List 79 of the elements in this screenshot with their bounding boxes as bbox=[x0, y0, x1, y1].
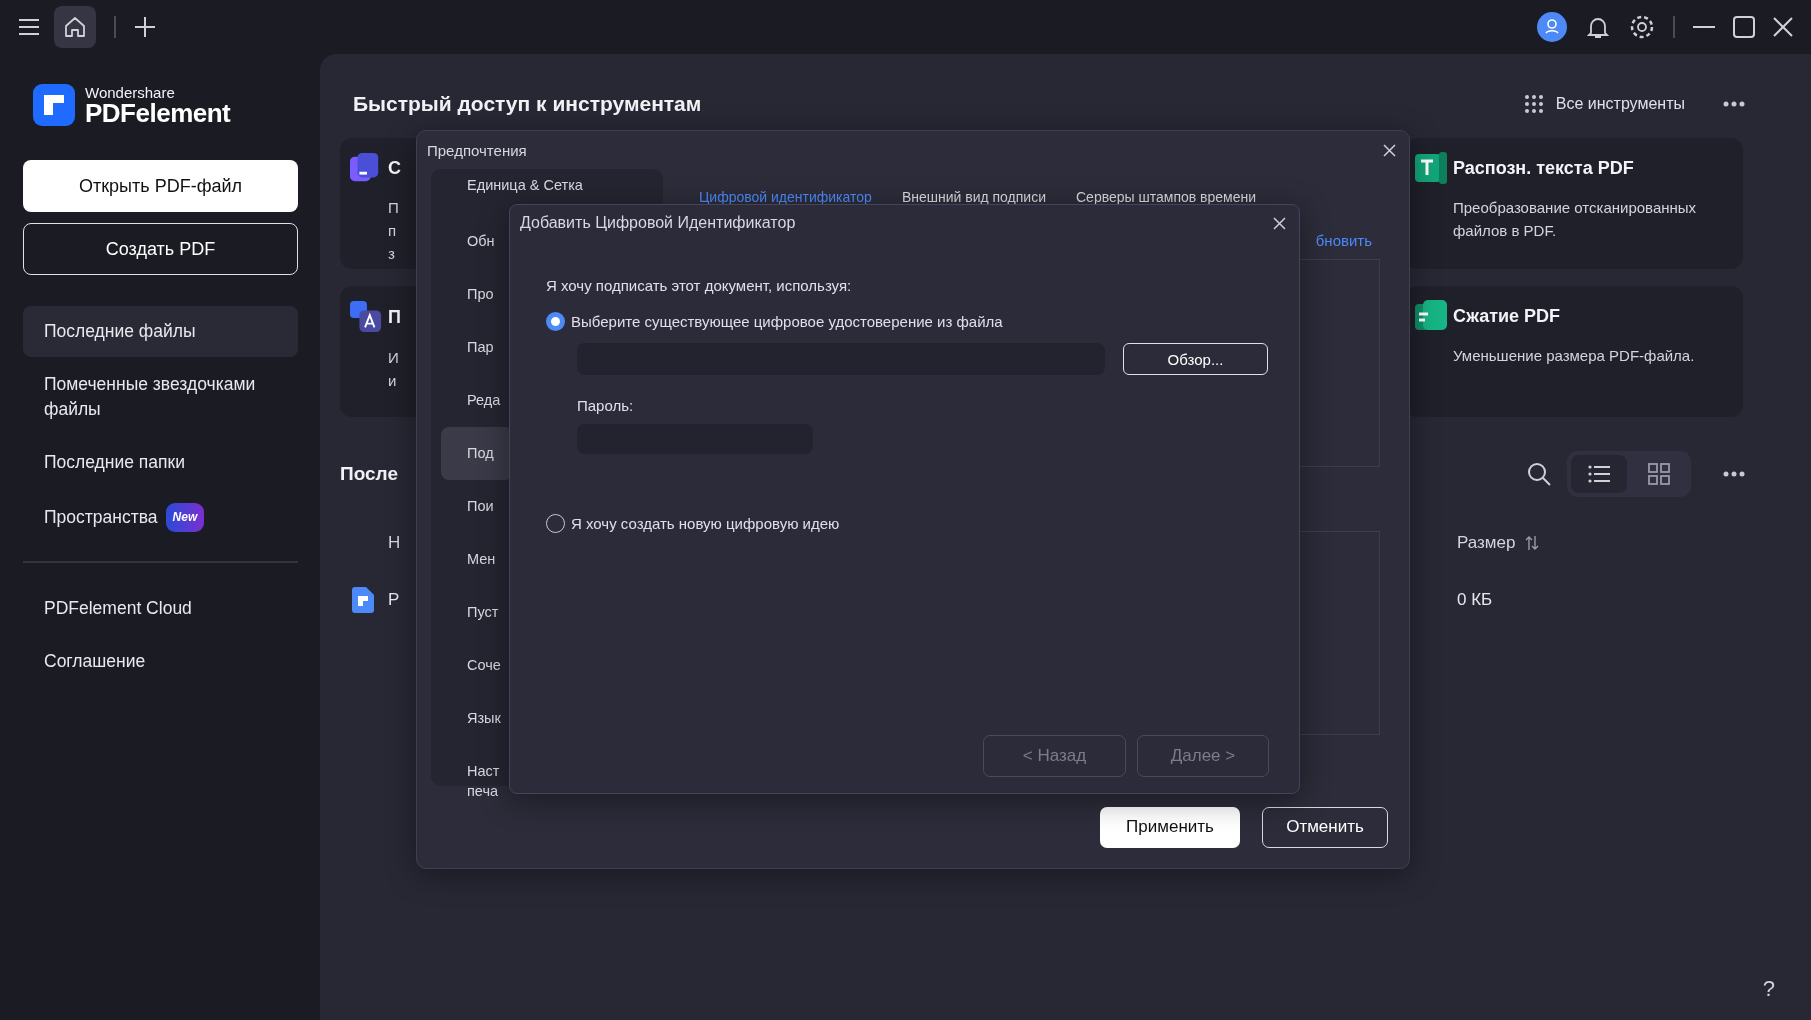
preferences-tab[interactable]: Внешний вид подписи bbox=[901, 189, 1046, 205]
text-recognition-icon bbox=[1415, 152, 1447, 184]
sidebar-item[interactable]: Соглашение bbox=[23, 636, 298, 687]
close-icon[interactable] bbox=[1773, 17, 1793, 37]
open-file-button[interactable]: Открыть PDF-файл bbox=[23, 160, 298, 212]
grid-dots-icon bbox=[1523, 94, 1544, 114]
password-label: Пароль: bbox=[577, 397, 634, 414]
dialog-title: Добавить Цифровой Идентификатор bbox=[520, 214, 796, 232]
home-button[interactable] bbox=[54, 6, 96, 48]
preferences-nav-item[interactable]: Про bbox=[441, 268, 513, 321]
create-button[interactable]: Создать PDF bbox=[23, 223, 298, 275]
file-icon bbox=[352, 587, 374, 613]
browse-button[interactable]: Обзор... bbox=[1123, 343, 1268, 375]
brand-vendor: Wondershare bbox=[85, 84, 176, 100]
tool-title: Сжатие PDF bbox=[1453, 305, 1561, 327]
column-header[interactable]: Н bbox=[388, 533, 401, 553]
tool-description: Преобразование отсканированных bbox=[1453, 198, 1697, 218]
preferences-nav-item[interactable]: Язык bbox=[441, 692, 513, 745]
sidebar-item[interactable]: PDFelement Cloud bbox=[23, 583, 298, 634]
tool-description: И bbox=[388, 348, 399, 368]
more-icon[interactable] bbox=[1723, 471, 1745, 477]
sidebar-item[interactable]: Последние папки bbox=[23, 437, 298, 488]
sort-icon bbox=[1525, 535, 1540, 551]
plus-icon[interactable] bbox=[134, 16, 156, 38]
sidebar-item[interactable]: Последние файлы bbox=[23, 306, 298, 357]
refresh-link[interactable]: бновить bbox=[1315, 232, 1372, 249]
section-title: После bbox=[340, 463, 399, 485]
tool-description: и bbox=[388, 371, 397, 391]
apply-button[interactable]: Применить bbox=[1100, 806, 1240, 848]
settings-icon[interactable] bbox=[1629, 14, 1655, 40]
new-badge: New bbox=[165, 503, 205, 532]
preferences-nav-item[interactable]: Реда bbox=[441, 374, 513, 427]
preferences-nav-item[interactable]: Наст печа bbox=[441, 745, 513, 798]
search-icon[interactable] bbox=[1527, 462, 1551, 486]
radio-button[interactable] bbox=[546, 312, 565, 331]
minimize-icon[interactable] bbox=[1693, 25, 1715, 29]
more-icon[interactable] bbox=[1723, 101, 1745, 107]
dialog-title: Предпочтения bbox=[427, 141, 527, 159]
preferences-nav-item[interactable]: Мен bbox=[441, 533, 513, 586]
preferences-nav-item[interactable]: Соче bbox=[441, 639, 513, 692]
list-icon bbox=[1588, 464, 1610, 484]
tool-description: Уменьшение размера PDF-файла. bbox=[1453, 346, 1695, 366]
all-tools-link[interactable]: Все инструменты bbox=[1523, 94, 1685, 114]
preferences-nav-item[interactable]: Пуст bbox=[441, 586, 513, 639]
sidebar-item[interactable]: Помеченные звездочками файлы bbox=[23, 359, 298, 435]
preferences-nav-item[interactable]: Обн bbox=[441, 215, 513, 268]
section-title: Быстрый доступ к инструментам bbox=[353, 92, 703, 116]
help-button[interactable]: ? bbox=[1762, 976, 1775, 1002]
cancel-button[interactable]: Отменить bbox=[1262, 806, 1388, 848]
menu-icon[interactable] bbox=[18, 18, 40, 36]
prompt-text: Я хочу подписать этот документ, используя: bbox=[546, 277, 852, 294]
maximize-icon[interactable] bbox=[1733, 16, 1755, 38]
preferences-tab[interactable]: Серверы штампов времени bbox=[1076, 189, 1257, 205]
logo-icon bbox=[33, 84, 75, 126]
tool-title: П bbox=[388, 306, 401, 328]
grid-icon bbox=[1648, 463, 1670, 485]
preferences-nav-item[interactable]: Пои bbox=[441, 480, 513, 533]
radio-option[interactable]: Выберите существующее цифровое удостоверение из файла bbox=[546, 312, 1003, 331]
column-header[interactable]: Размер bbox=[1457, 533, 1540, 553]
brand-name: PDFelement bbox=[85, 99, 231, 126]
tool-title: С bbox=[388, 157, 401, 179]
preferences-nav-item[interactable]: Пар bbox=[441, 321, 513, 374]
sidebar-item[interactable]: Пространства New bbox=[23, 490, 298, 545]
tool-description: П bbox=[388, 198, 399, 218]
file-name[interactable]: Р bbox=[388, 590, 400, 610]
radio-option[interactable]: Я хочу создать новую цифровую идею bbox=[546, 514, 840, 533]
home-icon bbox=[63, 15, 87, 39]
tool-description: файлов в PDF. bbox=[1453, 221, 1557, 241]
compress-icon bbox=[1415, 300, 1447, 332]
avatar-icon[interactable] bbox=[1537, 12, 1567, 42]
close-icon[interactable] bbox=[1273, 216, 1286, 230]
tool-description: з bbox=[388, 244, 395, 264]
tool-description: п bbox=[388, 221, 397, 241]
preferences-tab[interactable]: Цифровой идентификатор bbox=[699, 189, 872, 205]
file-size: 0 КБ bbox=[1457, 590, 1493, 610]
list-view-button[interactable] bbox=[1571, 455, 1627, 493]
translate-icon bbox=[350, 300, 382, 334]
close-icon[interactable] bbox=[1383, 143, 1396, 157]
tool-title: Распозн. текста PDF bbox=[1453, 157, 1634, 179]
